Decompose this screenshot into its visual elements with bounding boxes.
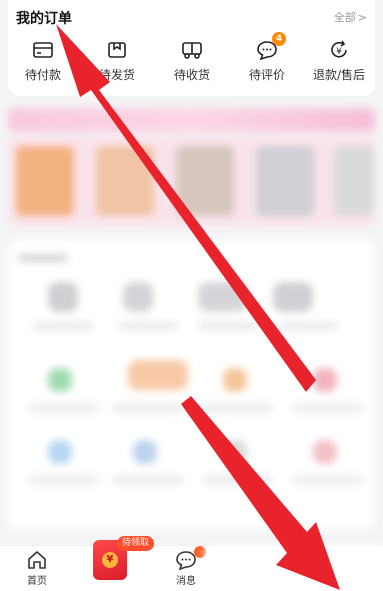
promo-tile <box>176 146 234 216</box>
service-label-placeholder <box>278 322 338 330</box>
bottom-nav-bar: 首页 ¥ 待领取 消息 <box>0 536 383 591</box>
service-icon <box>128 360 188 390</box>
order-refund-aftersale-label: 退款/售后 <box>312 68 366 82</box>
my-orders-title: 我的订单 <box>16 11 72 27</box>
service-icon <box>313 368 337 392</box>
service-label-placeholder <box>198 322 258 330</box>
pending-review-badge: 4 <box>272 32 286 46</box>
service-icon <box>273 282 313 312</box>
service-icon <box>48 282 78 312</box>
service-icon <box>223 368 247 392</box>
service-label-placeholder <box>113 404 183 412</box>
service-icon <box>313 440 337 464</box>
promo-tile <box>16 146 74 216</box>
service-label-placeholder <box>28 476 98 484</box>
order-pending-shipment[interactable]: 待发货 <box>82 40 152 88</box>
service-icon <box>123 282 153 312</box>
service-label-placeholder <box>293 404 363 412</box>
services-card <box>8 240 375 530</box>
service-icon <box>48 440 72 464</box>
red-packet-coin-icon: ¥ <box>102 552 118 568</box>
service-label-placeholder <box>118 322 178 330</box>
service-label-placeholder <box>203 476 273 484</box>
order-pending-review[interactable]: 4 待评价 <box>232 32 302 88</box>
service-label-placeholder <box>203 404 273 412</box>
order-pending-review-label: 待评价 <box>248 68 285 82</box>
nav-messages[interactable]: 消息 <box>170 546 206 587</box>
promo-tile <box>334 146 374 216</box>
order-pending-payment[interactable]: 待付款 <box>8 40 78 88</box>
order-pending-receipt-label: 待收货 <box>173 68 210 82</box>
blurred-nav-area <box>205 546 383 591</box>
all-orders-label: 全部 <box>333 11 356 24</box>
service-label-placeholder <box>293 476 363 484</box>
service-label-placeholder <box>113 476 183 484</box>
blurred-content-area <box>0 100 383 540</box>
section-heading-placeholder <box>18 254 68 262</box>
nav-messages-label: 消息 <box>176 576 196 587</box>
all-orders-link[interactable]: 全部 > <box>334 9 367 25</box>
service-icon <box>133 440 157 464</box>
service-label-placeholder <box>28 404 98 412</box>
nav-home-label: 首页 <box>27 576 47 587</box>
service-icon <box>198 282 248 312</box>
promo-tile <box>96 146 154 216</box>
home-icon <box>28 551 46 569</box>
truck-icon <box>182 42 202 59</box>
promo-products-row <box>8 136 375 226</box>
package-icon <box>108 42 126 58</box>
order-pending-payment-label: 待付款 <box>24 68 61 82</box>
order-refund-aftersale[interactable]: ¥ 退款/售后 <box>304 40 374 88</box>
nav-home[interactable]: 首页 <box>17 550 57 587</box>
chevron-right-icon: > <box>357 11 367 24</box>
service-icon <box>223 440 247 464</box>
promo-banner-strip <box>8 108 375 132</box>
service-label-placeholder <box>33 322 93 330</box>
wallet-icon <box>33 42 53 58</box>
refund-icon: ¥ <box>331 40 347 58</box>
service-icon <box>48 368 72 392</box>
order-pending-shipment-label: 待发货 <box>98 68 135 82</box>
my-orders-card: 我的订单 全部 > 待付款 待发货 待收货 4 待评价 ¥ 退款/售后 <box>8 0 375 96</box>
svg-text:¥: ¥ <box>336 47 342 57</box>
red-packet-tag: 待领取 <box>117 536 155 551</box>
promo-tile <box>256 146 314 216</box>
order-pending-receipt[interactable]: 待收货 <box>157 40 227 88</box>
